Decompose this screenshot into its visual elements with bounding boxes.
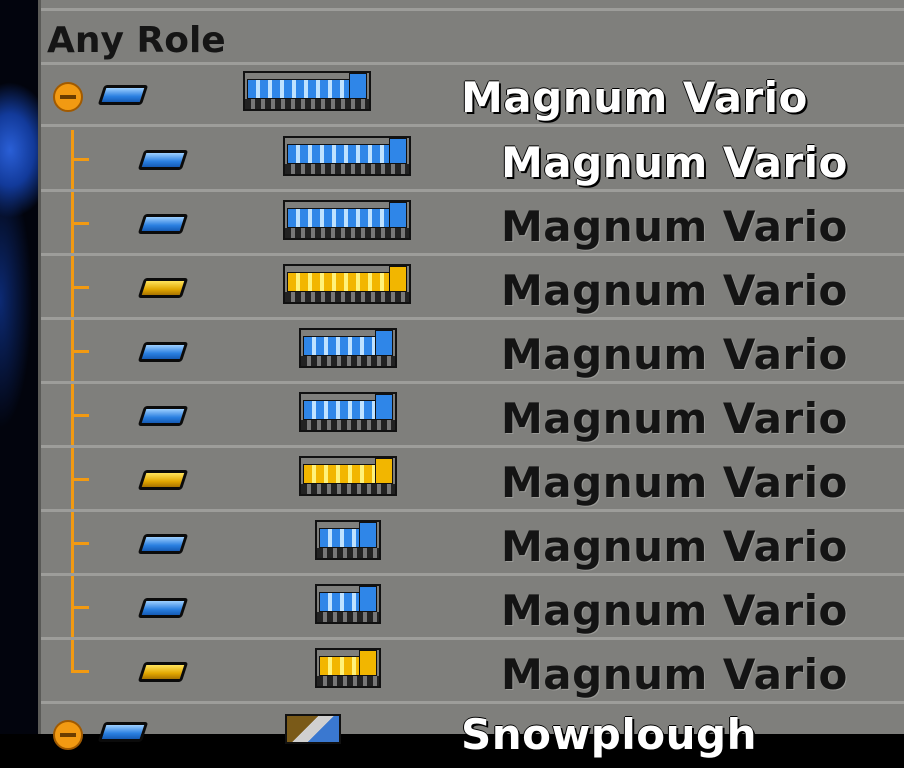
locomotive-sprite-icon — [299, 392, 397, 432]
space-background — [0, 0, 38, 734]
variant-name: Magnum Vario — [501, 394, 848, 443]
engine-variant-row[interactable]: Magnum Vario — [41, 130, 904, 192]
tree-branch — [71, 542, 89, 545]
role-icon — [137, 214, 189, 234]
role-icon — [137, 662, 189, 682]
engine-variant-row[interactable]: Magnum Vario — [41, 322, 904, 384]
variant-name: Magnum Vario — [501, 650, 848, 699]
role-icon — [137, 598, 189, 618]
variant-name: Magnum Vario — [501, 138, 848, 187]
tree-branch — [71, 286, 89, 289]
locomotive-sprite-icon — [243, 71, 371, 111]
next-group-name: Snowplough — [461, 710, 757, 759]
locomotive-sprite-icon — [299, 456, 397, 496]
locomotive-sprite-icon — [283, 136, 411, 176]
variant-name: Magnum Vario — [501, 586, 848, 635]
engine-variant-row[interactable]: Magnum Vario — [41, 194, 904, 256]
engine-group-row-next[interactable]: Snowplough — [41, 706, 904, 768]
locomotive-sprite-icon — [283, 264, 411, 304]
role-icon — [97, 722, 149, 742]
group-name: Magnum Vario — [461, 73, 808, 122]
engine-variant-row[interactable]: Magnum Vario — [41, 450, 904, 512]
variant-name: Magnum Vario — [501, 330, 848, 379]
role-icon — [137, 278, 189, 298]
role-icon — [97, 85, 149, 105]
tree-branch — [71, 222, 89, 225]
engine-list-panel: Any Role Magnum Vario Magnum Vario Magnum… — [38, 0, 904, 759]
engine-variant-row[interactable]: Magnum Vario — [41, 386, 904, 448]
variant-name: Magnum Vario — [501, 458, 848, 507]
tree-branch — [71, 158, 89, 161]
variant-name: Magnum Vario — [501, 522, 848, 571]
tree-branch — [71, 478, 89, 481]
engine-group-row[interactable]: Magnum Vario — [41, 65, 904, 127]
role-icon — [137, 470, 189, 490]
tree-branch — [71, 350, 89, 353]
locomotive-sprite-icon — [315, 584, 381, 624]
role-icon — [137, 534, 189, 554]
engine-variant-row[interactable]: Magnum Vario — [41, 514, 904, 576]
snowplough-sprite-icon — [285, 714, 341, 744]
variant-name: Magnum Vario — [501, 202, 848, 251]
locomotive-sprite-icon — [299, 328, 397, 368]
locomotive-sprite-icon — [315, 648, 381, 688]
tree-branch — [71, 606, 89, 609]
variant-name: Magnum Vario — [501, 266, 848, 315]
role-icon — [137, 150, 189, 170]
tree-branch — [71, 670, 89, 673]
engine-variant-row[interactable]: Magnum Vario — [41, 258, 904, 320]
role-filter-label: Any Role — [47, 20, 226, 61]
expand-plus-icon[interactable] — [53, 720, 83, 750]
role-filter-row[interactable]: Any Role — [41, 10, 904, 65]
locomotive-sprite-icon — [315, 520, 381, 560]
role-icon — [137, 406, 189, 426]
role-icon — [137, 342, 189, 362]
engine-variant-row[interactable]: Magnum Vario — [41, 642, 904, 704]
locomotive-sprite-icon — [283, 200, 411, 240]
collapse-minus-icon[interactable] — [53, 82, 83, 112]
engine-variant-row[interactable]: Magnum Vario — [41, 578, 904, 640]
tree-branch — [71, 414, 89, 417]
